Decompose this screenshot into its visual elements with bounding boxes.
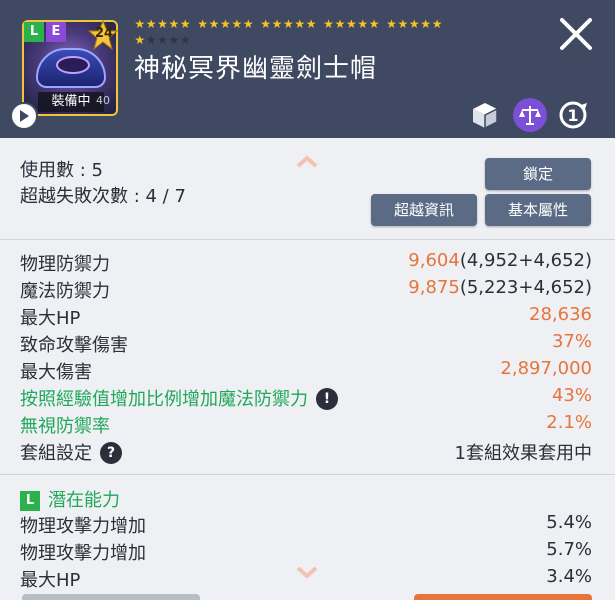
use-count: 使用數 : 5 [20, 160, 103, 181]
star-icon: ★ [260, 17, 271, 31]
stat-row: 無視防禦率 2.1% [20, 412, 592, 439]
stat-row: 最大HP 28,636 [20, 304, 592, 331]
lock-button[interactable]: 鎖定 [485, 158, 591, 190]
potential-value: 5.7% [546, 539, 592, 560]
star-icon: ★ [220, 17, 231, 31]
star-icon: ★ [157, 17, 168, 31]
star-icon: ★ [145, 33, 157, 47]
base-stats-button[interactable]: 基本屬性 [485, 194, 591, 226]
play-button[interactable] [10, 102, 38, 130]
star-icon: ★ [283, 17, 294, 31]
stat-row: 最大傷害 2,897,000 [20, 358, 592, 385]
primary-action-button[interactable] [414, 594, 592, 600]
help-icon[interactable]: ? [100, 442, 122, 464]
star-icon: ★ [357, 17, 369, 31]
potential-value: 3.4% [546, 566, 592, 587]
star-icon: ★ [271, 17, 283, 31]
cube-icon [473, 103, 498, 130]
stat-value: 9,875(5,223+4,652) [408, 277, 592, 298]
scroll-down-chevron-icon[interactable] [295, 566, 319, 580]
stat-label: 無視防禦率 [20, 416, 110, 437]
stat-label: 魔法防禦力 [20, 281, 110, 302]
equipped-label: 裝備中 [38, 92, 104, 112]
potential-label: 物理攻擊力增加 [20, 543, 146, 564]
star-icon: ★ [408, 17, 420, 31]
potential-grade-badge: L [20, 491, 40, 511]
star-icon: ★ [179, 17, 191, 31]
close-icon [560, 18, 592, 50]
legendary-badge: L [24, 22, 44, 42]
star-icon: ★ [134, 17, 146, 31]
star-icon: ★ [208, 17, 220, 31]
stat-row: 致命攻擊傷害 37% [20, 331, 592, 358]
star-icon: ★ [323, 17, 334, 31]
stat-value: 2.1% [546, 412, 592, 433]
stat-row: 套組設定? 1套組效果套用中 [20, 439, 592, 466]
potential-title: L 潛在能力 [20, 486, 120, 512]
potential-value: 5.4% [546, 512, 592, 533]
stat-label: 致命攻擊傷害 [20, 335, 128, 356]
stat-value: 37% [551, 331, 592, 352]
star-icon: ★ [420, 17, 432, 31]
stat-label: 最大傷害 [20, 362, 92, 383]
star-icon: ★ [345, 17, 357, 31]
stat-label: 最大HP [20, 308, 81, 329]
star-icon: ★ [397, 17, 409, 31]
potential-label: 最大HP [20, 570, 81, 591]
potential-row: 物理攻擊力增加 5.4% [20, 512, 592, 539]
star-icon: ★ [168, 17, 180, 31]
transcend-info-button[interactable]: 超越資訊 [371, 194, 477, 226]
stat-value: 43% [551, 385, 592, 406]
star-icon: ★ [231, 17, 243, 31]
star-icon: ★ [168, 33, 180, 47]
stat-value: 9,604(4,952+4,652) [408, 250, 592, 271]
star-force-icon: 1 [559, 101, 587, 129]
equipped-level: 40 [96, 94, 110, 107]
stat-value: 28,636 [529, 304, 592, 325]
play-icon [20, 110, 29, 122]
star-icon: ★ [368, 17, 380, 31]
info-icon[interactable]: ! [316, 388, 338, 410]
star-icon: ★ [386, 17, 397, 31]
stat-row: 魔法防禦力 9,875(5,223+4,652) [20, 277, 592, 304]
compare-button[interactable] [513, 98, 547, 132]
star-icon: ★ [145, 17, 157, 31]
star-force-rating: ★ ★ ★ ★ ★ ★ ★ ★ ★ ★ ★ ★ ★ ★ ★ ★ ★ ★ ★ ★ ★ ★ ★ ★ ★ ★ ★ ★ ★ ★ [134, 18, 464, 50]
item-level: 24 [94, 26, 114, 41]
star-icon: ★ [431, 17, 443, 31]
star-icon: ★ [134, 33, 146, 47]
stat-value: 2,897,000 [500, 358, 592, 379]
star-icon: ★ [334, 17, 346, 31]
star-force-button[interactable]: 1 [556, 98, 590, 132]
item-title: 神秘冥界幽靈劍士帽 [134, 54, 378, 84]
transcend-fail-count: 超越失敗次數 : 4 / 7 [20, 186, 186, 207]
star-icon: ★ [157, 33, 168, 47]
star-icon: ★ [294, 17, 306, 31]
cube-button[interactable] [468, 98, 502, 132]
stat-value: 1套組效果套用中 [454, 443, 592, 464]
epic-badge: E [46, 22, 66, 42]
stat-row: 物理防禦力 9,604(4,952+4,652) [20, 250, 592, 277]
close-button[interactable] [556, 14, 596, 54]
scroll-up-chevron-icon[interactable] [295, 154, 319, 168]
svg-text:1: 1 [567, 106, 578, 125]
stat-row: 按照經驗值增加比例增加魔法防禦力! 43% [20, 385, 592, 412]
section-divider [0, 474, 615, 475]
potential-row: 物理攻擊力增加 5.7% [20, 539, 592, 566]
star-icon: ★ [179, 33, 191, 47]
stat-label: 套組設定? [20, 439, 122, 465]
star-icon: ★ [197, 17, 209, 31]
potential-label: 物理攻擊力增加 [20, 516, 146, 537]
info-section: 使用數 : 5 超越失敗次數 : 4 / 7 鎖定 超越資訊 基本屬性 [0, 138, 615, 240]
secondary-action-button[interactable] [22, 594, 200, 600]
stat-label: 按照經驗值增加比例增加魔法防禦力! [20, 385, 338, 411]
star-icon: ★ [305, 17, 317, 31]
item-header: L E 24 裝備中 40 ★ ★ ★ ★ ★ ★ ★ ★ ★ ★ ★ ★ ★ ★ ★ ★ ★ ★ ★ ★ ★ ★ ★ ★ ★ ★… [0, 0, 615, 138]
star-icon: ★ [242, 17, 254, 31]
stat-label: 物理防禦力 [20, 254, 110, 275]
scale-icon [519, 106, 541, 125]
